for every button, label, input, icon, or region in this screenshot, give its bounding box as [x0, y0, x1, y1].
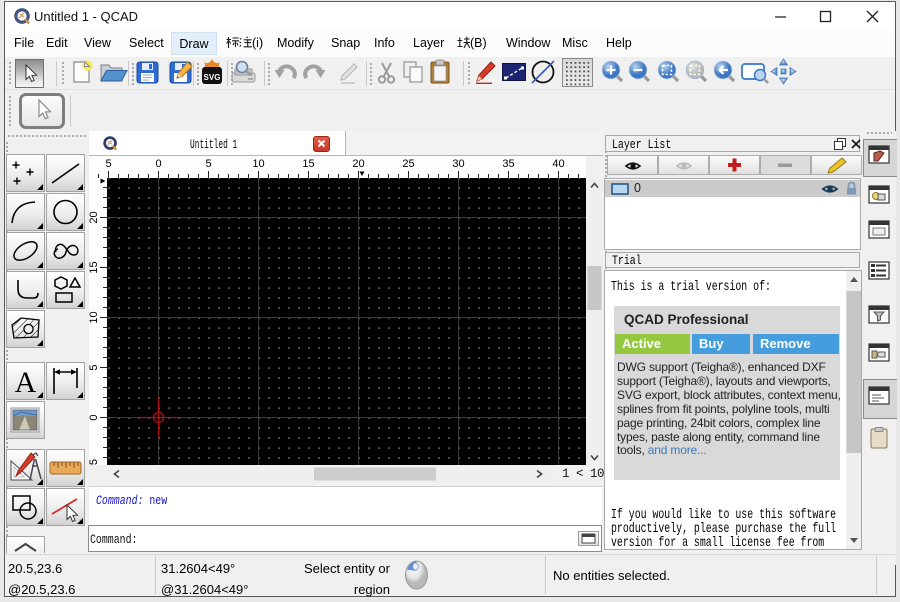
svg-text:5: 5 — [89, 459, 100, 465]
svg-text:A: A — [15, 366, 37, 399]
svg-text:15: 15 — [89, 261, 100, 273]
svg-text:10: 10 — [252, 158, 264, 170]
svg-text:10: 10 — [89, 311, 100, 323]
svg-text:SVG: SVG — [204, 73, 221, 82]
svg-text:5: 5 — [105, 158, 111, 170]
svg-text:20: 20 — [352, 158, 364, 170]
svg-text:35: 35 — [502, 158, 514, 170]
svg-text:0: 0 — [155, 158, 161, 170]
svg-text:30: 30 — [452, 158, 464, 170]
svg-text:40: 40 — [552, 158, 564, 170]
svg-text:0: 0 — [89, 414, 100, 420]
svg-text:25: 25 — [402, 158, 414, 170]
svg-text:15: 15 — [302, 158, 314, 170]
svg-text:5: 5 — [205, 158, 211, 170]
svg-text:5: 5 — [89, 364, 100, 370]
svg-text:20: 20 — [89, 211, 100, 223]
